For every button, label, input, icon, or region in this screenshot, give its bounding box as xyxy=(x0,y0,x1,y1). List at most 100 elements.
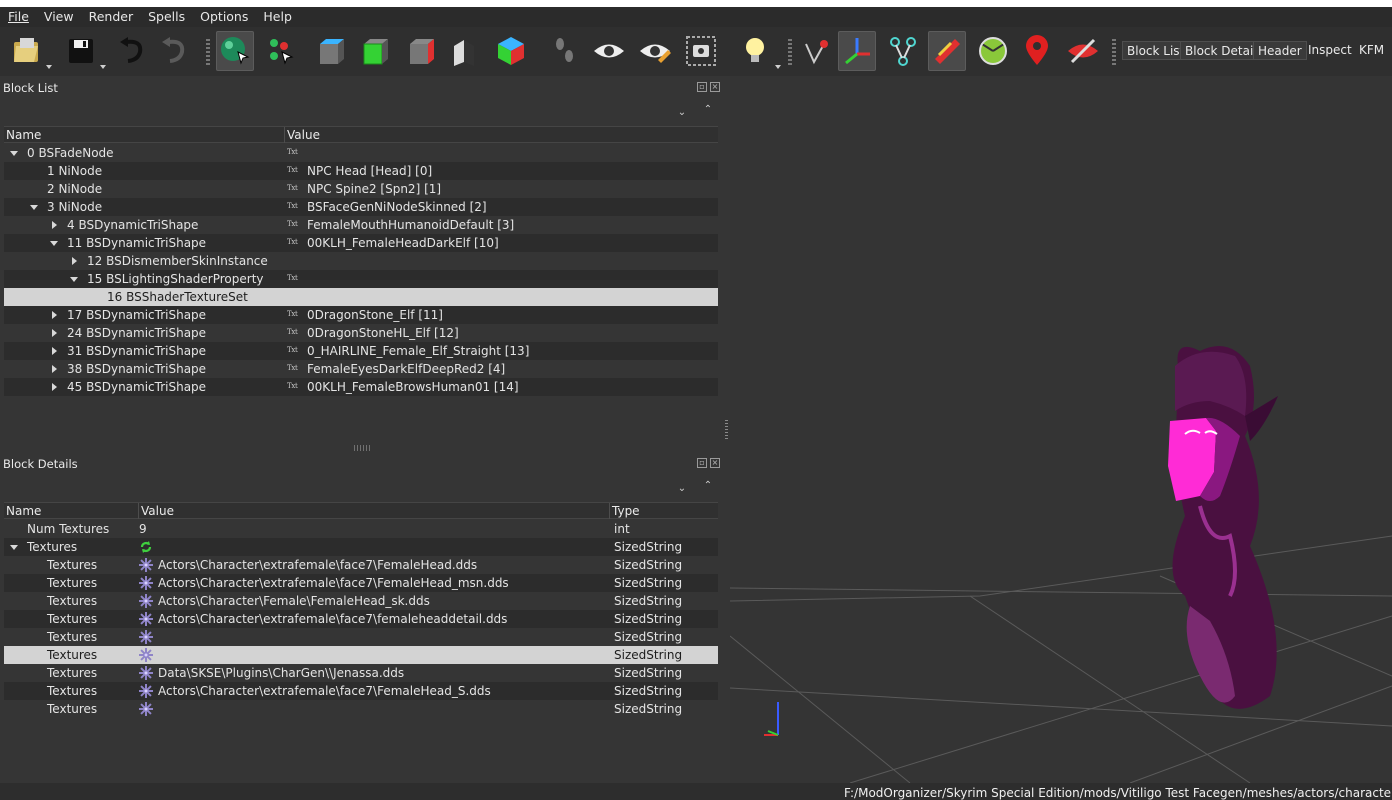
details-row[interactable]: Textures Actors\Character\extrafemale\fac… xyxy=(4,574,718,592)
expanded-caret-icon[interactable] xyxy=(9,144,19,162)
expanded-caret-icon[interactable] xyxy=(9,538,19,556)
furniture-icon[interactable] xyxy=(928,31,966,71)
details-row[interactable]: Textures Actors\Character\extrafemale\fac… xyxy=(4,682,718,700)
load-dropdown-icon[interactable] xyxy=(46,65,52,69)
hide-marker-icon[interactable] xyxy=(1064,31,1102,71)
details-row[interactable]: Textures SizedString xyxy=(4,538,718,556)
screenshot-icon[interactable] xyxy=(682,31,720,71)
details-row[interactable]: Textures SizedString xyxy=(4,646,718,664)
field-value[interactable]: Actors\Character\extrafemale\face7\Femal… xyxy=(139,556,477,574)
field-value[interactable] xyxy=(139,700,158,718)
tree-row[interactable]: 4 BSDynamicTriShape Txt FemaleMouthHumanoi… xyxy=(4,216,718,234)
details-row[interactable]: Textures Data\SKSE\Plugins\CharGen\\Jenas… xyxy=(4,664,718,682)
expanded-caret-icon[interactable] xyxy=(49,234,59,252)
column-header-name[interactable]: Name xyxy=(4,127,285,143)
details-row[interactable]: Textures SizedString xyxy=(4,700,718,718)
expand-all-icon[interactable]: ⌃ xyxy=(701,103,715,117)
column-header-value[interactable]: Value xyxy=(139,503,610,519)
tree-row[interactable]: 1 NiNode Txt NPC Head [Head] [0] xyxy=(4,162,718,180)
field-value[interactable] xyxy=(139,538,158,556)
show-nodes-icon[interactable] xyxy=(636,31,674,71)
tree-row[interactable]: 2 NiNode Txt NPC Spine2 [Spn2] [1] xyxy=(4,180,718,198)
view-front-icon[interactable] xyxy=(356,31,394,71)
pane-splitter-handle[interactable] xyxy=(354,445,372,451)
collapsed-caret-icon[interactable] xyxy=(69,252,79,270)
details-row[interactable]: Num Textures 9 int xyxy=(4,520,718,538)
lighting-dropdown-icon[interactable] xyxy=(775,65,781,69)
float-details-pane-icon[interactable]: ▫ xyxy=(697,458,707,468)
menu-file[interactable]: File xyxy=(0,7,36,27)
details-row[interactable]: Textures SizedString xyxy=(4,628,718,646)
field-value[interactable]: Actors\Character\extrafemale\face7\femal… xyxy=(139,610,507,628)
tree-row[interactable]: 11 BSDynamicTriShape Txt 00KLH_FemaleHeadD… xyxy=(4,234,718,252)
collapsed-caret-icon[interactable] xyxy=(49,324,59,342)
column-header-value[interactable]: Value xyxy=(285,127,715,143)
render-viewport[interactable] xyxy=(730,76,1392,783)
field-value[interactable]: 9 xyxy=(139,520,147,538)
details-row[interactable]: Textures Actors\Character\extrafemale\fac… xyxy=(4,556,718,574)
float-pane-icon[interactable]: ▫ xyxy=(697,82,707,92)
save-icon[interactable] xyxy=(62,31,100,71)
select-vertex-icon[interactable] xyxy=(262,31,300,71)
field-value[interactable]: Actors\Character\Female\FemaleHead_sk.dd… xyxy=(139,592,430,610)
expand-details-icon[interactable]: ⌃ xyxy=(701,479,715,493)
view-top-icon[interactable] xyxy=(312,31,350,71)
field-value[interactable]: Data\SKSE\Plugins\CharGen\\Jenassa.dds xyxy=(139,664,404,682)
details-row[interactable]: Textures Actors\Character\extrafemale\fac… xyxy=(4,610,718,628)
expanded-caret-icon[interactable] xyxy=(29,198,39,216)
menu-render[interactable]: Render xyxy=(81,7,141,27)
lighting-icon[interactable] xyxy=(736,31,774,71)
menu-spells[interactable]: Spells xyxy=(140,7,192,27)
collapsed-caret-icon[interactable] xyxy=(49,306,59,324)
tree-row[interactable]: 3 NiNode Txt BSFaceGenNiNodeSkinned [2] xyxy=(4,198,718,216)
tree-row[interactable]: 38 BSDynamicTriShape Txt FemaleEyesDarkElf… xyxy=(4,360,718,378)
column-header-type[interactable]: Type xyxy=(610,503,716,519)
load-icon[interactable] xyxy=(8,31,46,71)
shaders-icon[interactable] xyxy=(974,31,1012,71)
tree-row[interactable]: 12 BSDismemberSkinInstance xyxy=(4,252,718,270)
tab-inspect[interactable]: Inspect xyxy=(1304,41,1356,60)
view-walk-icon[interactable] xyxy=(446,31,484,71)
tree-row[interactable]: 16 BSShaderTextureSet xyxy=(4,288,718,306)
show-hidden-icon[interactable] xyxy=(590,31,628,71)
details-row[interactable]: Textures Actors\Character\Female\FemaleHe… xyxy=(4,592,718,610)
field-value[interactable] xyxy=(139,628,158,646)
menu-view[interactable]: View xyxy=(36,7,81,27)
tree-row[interactable]: 31 BSDynamicTriShape Txt 0_HAIRLINE_Female… xyxy=(4,342,718,360)
collapsed-caret-icon[interactable] xyxy=(49,216,59,234)
tab-kfm[interactable]: KFM xyxy=(1355,41,1388,60)
tree-row[interactable]: 15 BSLightingShaderProperty Txt xyxy=(4,270,718,288)
undo-icon[interactable] xyxy=(114,31,152,71)
field-value[interactable]: Actors\Character\extrafemale\face7\Femal… xyxy=(139,682,491,700)
collapsed-caret-icon[interactable] xyxy=(49,342,59,360)
close-pane-icon[interactable]: × xyxy=(710,82,720,92)
column-header-name[interactable]: Name xyxy=(4,503,139,519)
field-value[interactable] xyxy=(139,646,158,664)
tree-row[interactable]: 45 BSDynamicTriShape Txt 00KLH_FemaleBrows… xyxy=(4,378,718,396)
redo-icon[interactable] xyxy=(156,31,194,71)
collapse-details-icon[interactable]: ⌄ xyxy=(675,482,689,496)
select-object-icon[interactable] xyxy=(216,31,254,71)
save-dropdown-icon[interactable] xyxy=(100,65,106,69)
tree-row[interactable]: 24 BSDynamicTriShape Txt 0DragonStoneHL_El… xyxy=(4,324,718,342)
tree-row[interactable]: 17 BSDynamicTriShape Txt 0DragonStone_Elf … xyxy=(4,306,718,324)
collapse-all-icon[interactable]: ⌄ xyxy=(675,106,689,120)
menu-help[interactable]: Help xyxy=(255,7,299,27)
expanded-caret-icon[interactable] xyxy=(69,270,79,288)
markers-icon[interactable] xyxy=(1018,31,1056,71)
walk-icon[interactable] xyxy=(546,31,584,71)
refresh-array-icon[interactable] xyxy=(139,540,153,554)
menu-options[interactable]: Options xyxy=(192,7,255,27)
field-value[interactable]: Actors\Character\extrafemale\face7\Femal… xyxy=(139,574,509,592)
axes-icon[interactable] xyxy=(838,31,876,71)
collapsed-caret-icon[interactable] xyxy=(49,360,59,378)
viewport-splitter-handle[interactable] xyxy=(725,420,728,440)
tree-row[interactable]: 0 BSFadeNode Txt xyxy=(4,144,718,162)
view-user-icon[interactable] xyxy=(492,31,530,71)
tab-header[interactable]: Header xyxy=(1253,41,1307,60)
view-side-icon[interactable] xyxy=(402,31,440,71)
constraints-icon[interactable] xyxy=(884,31,922,71)
close-details-pane-icon[interactable]: × xyxy=(710,458,720,468)
node-axes-icon[interactable] xyxy=(798,31,836,71)
collapsed-caret-icon[interactable] xyxy=(49,378,59,396)
